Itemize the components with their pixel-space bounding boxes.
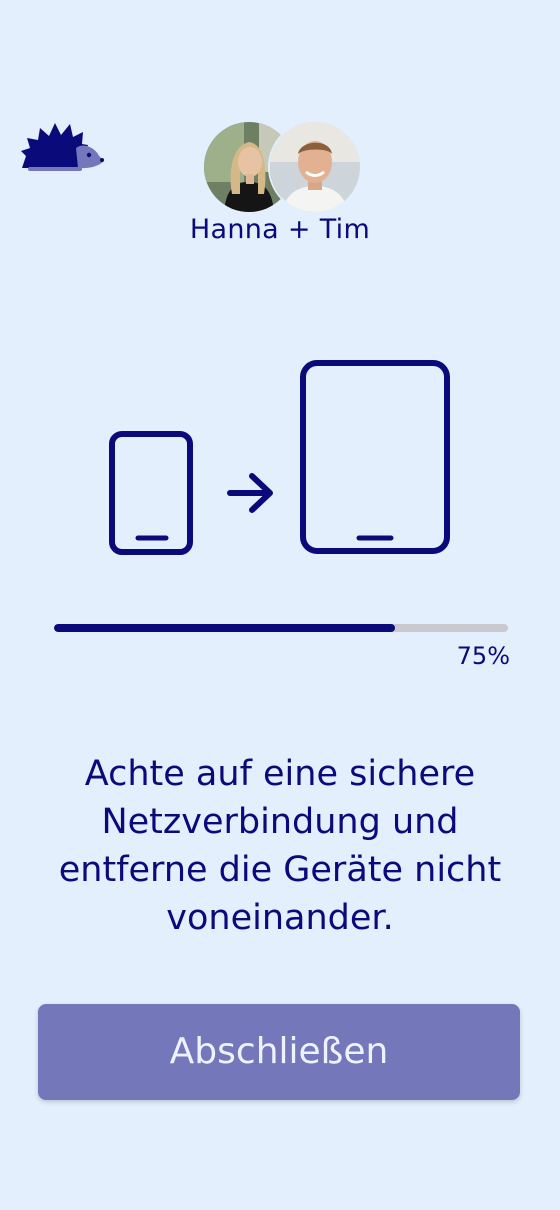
arrow-right-icon bbox=[227, 473, 273, 513]
hedgehog-icon bbox=[21, 123, 104, 171]
progress-fill bbox=[54, 624, 395, 632]
couple-name: Hanna + Tim bbox=[189, 214, 371, 245]
couple-avatars bbox=[204, 120, 362, 214]
progress-label: 75% bbox=[456, 642, 510, 670]
device-transfer-illustration bbox=[109, 360, 450, 555]
finish-button[interactable]: Abschließen bbox=[38, 1004, 520, 1100]
tablet-icon bbox=[300, 360, 450, 554]
progress-bar bbox=[54, 624, 508, 632]
avatar-tim bbox=[268, 120, 362, 214]
instruction-text: Achte auf eine sichere Netzverbindung un… bbox=[58, 754, 502, 938]
phone-icon bbox=[109, 431, 193, 555]
